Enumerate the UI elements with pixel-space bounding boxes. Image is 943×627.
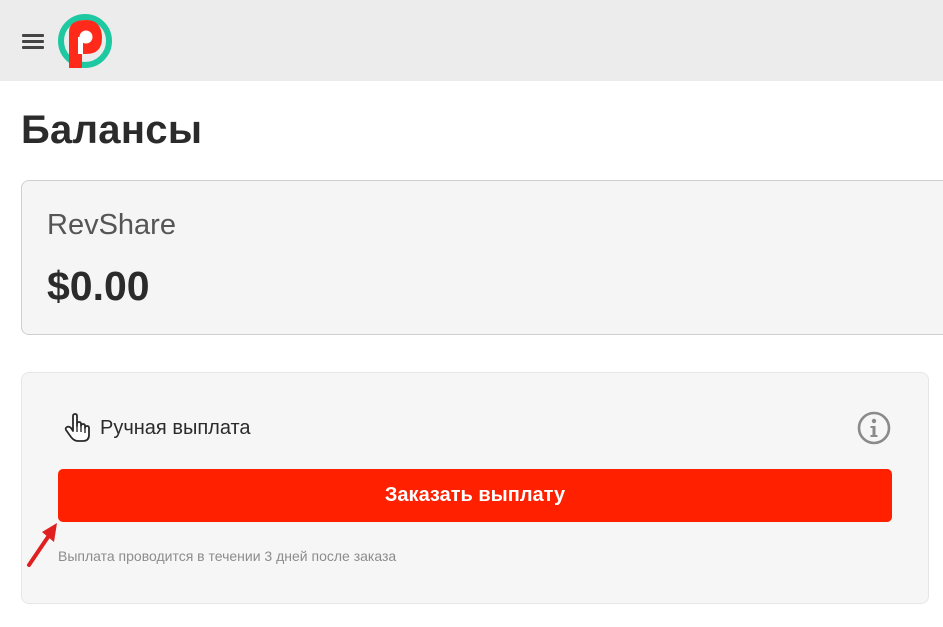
payout-note: Выплата проводится в течении 3 дней посл… xyxy=(58,548,397,564)
p-logo-icon[interactable] xyxy=(56,12,114,70)
top-bar xyxy=(0,0,943,81)
balance-label: RevShare xyxy=(47,209,176,241)
pointing-hand-icon xyxy=(64,413,90,442)
order-payout-button[interactable]: Заказать выплату xyxy=(58,469,892,522)
hamburger-menu-icon[interactable] xyxy=(21,31,45,51)
annotation-arrow-icon xyxy=(27,523,57,567)
payout-title: Ручная выплата xyxy=(100,416,251,439)
balance-card: RevShare $0.00 xyxy=(21,180,943,335)
payout-header: Ручная выплата xyxy=(64,413,251,443)
page-title: Балансы xyxy=(21,108,203,152)
balance-amount: $0.00 xyxy=(47,263,150,309)
manual-payout-card: Ручная выплата Заказать выплату Выплата … xyxy=(21,372,929,604)
info-circle-icon[interactable] xyxy=(857,411,891,445)
